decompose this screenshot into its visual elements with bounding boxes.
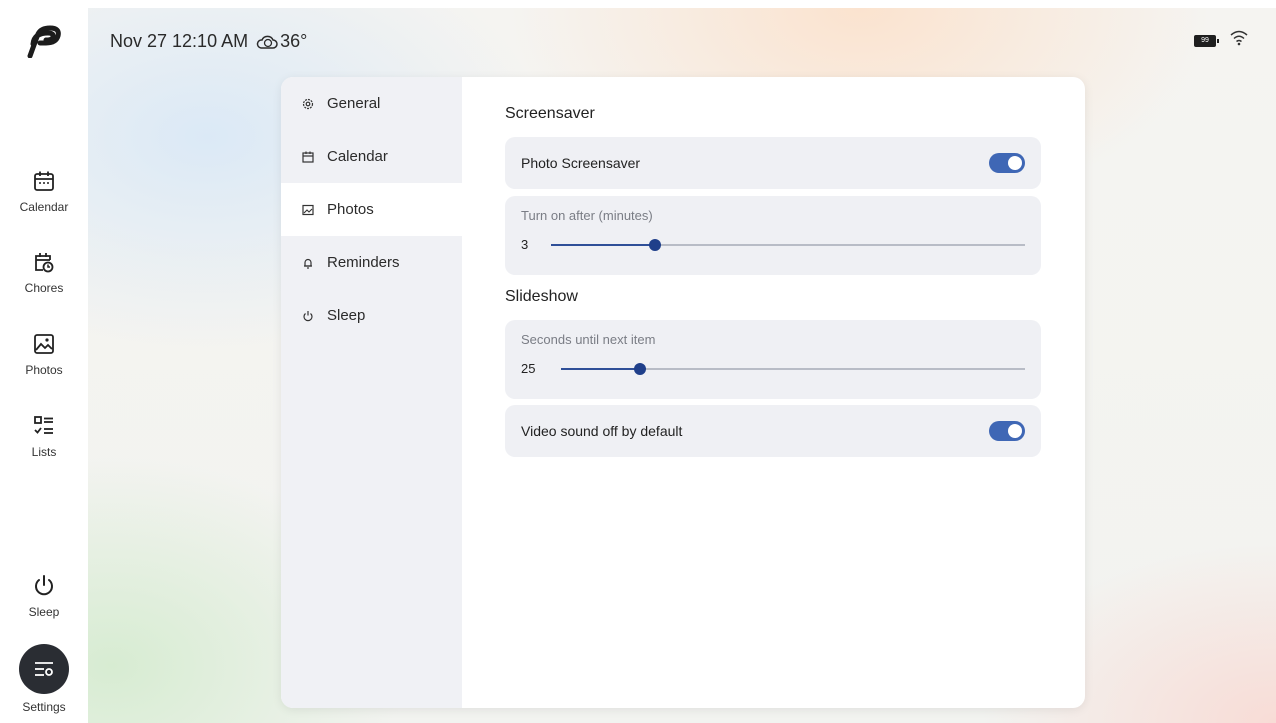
nav-item-reminders[interactable]: Reminders (281, 236, 462, 289)
photos-icon (31, 331, 57, 357)
seconds-until-next-row: Seconds until next item 25 (505, 320, 1041, 399)
status-bar: Nov 27 12:10 AM 36° (110, 31, 307, 52)
battery-icon: 99 (1194, 34, 1219, 47)
seconds-until-next-value: 25 (521, 361, 536, 376)
section-title-screensaver: Screensaver (505, 105, 595, 122)
left-rail: Calendar Chores Photos Lists Sleep Setti… (0, 0, 88, 723)
photo-screensaver-row: Photo Screensaver (505, 137, 1041, 189)
seconds-until-next-label: Seconds until next item (521, 332, 656, 347)
slider-fill (551, 243, 656, 246)
cloudy-icon (256, 34, 280, 50)
weather: 36° (256, 31, 307, 52)
nav-item-general[interactable]: General (281, 77, 462, 130)
datetime: Nov 27 12:10 AM (110, 31, 249, 51)
turn-on-after-label: Turn on after (minutes) (521, 208, 653, 223)
settings-icon (19, 644, 69, 694)
turn-on-after-slider[interactable] (551, 238, 1025, 251)
rail-label: Sleep (28, 605, 60, 619)
video-sound-toggle[interactable] (989, 421, 1025, 441)
rail-item-sleep[interactable]: Sleep (0, 573, 88, 619)
settings-nav: General Calendar Photos Reminders Sleep (281, 77, 462, 708)
nav-label: General (327, 95, 381, 112)
video-sound-row: Video sound off by default (505, 405, 1041, 457)
slider-thumb[interactable] (649, 238, 662, 251)
toggle-knob (1008, 156, 1022, 170)
nav-item-sleep[interactable]: Sleep (281, 289, 462, 342)
nav-label: Photos (327, 201, 374, 218)
power-icon (301, 309, 315, 323)
power-icon (31, 573, 57, 599)
turn-on-after-row: Turn on after (minutes) 3 (505, 196, 1041, 275)
rail-item-settings[interactable]: Settings (0, 644, 88, 714)
calendar-icon (31, 168, 57, 194)
battery-level: 99 (1201, 37, 1209, 44)
nav-label: Reminders (327, 254, 400, 271)
nav-label: Calendar (327, 148, 388, 165)
toggle-knob (1008, 424, 1022, 438)
turn-on-after-value: 3 (521, 237, 529, 252)
bell-icon (301, 256, 315, 270)
rail-item-calendar[interactable]: Calendar (0, 168, 88, 214)
section-title-slideshow: Slideshow (505, 288, 578, 305)
settings-panel: General Calendar Photos Reminders Sleep (281, 77, 1085, 708)
video-sound-label: Video sound off by default (521, 423, 683, 439)
gear-icon (301, 97, 315, 111)
slider-fill (561, 367, 640, 370)
rail-label: Calendar (19, 200, 69, 214)
slider-thumb[interactable] (633, 362, 646, 375)
calendar-icon (301, 150, 315, 164)
chores-icon (31, 249, 57, 275)
temperature: 36° (280, 31, 308, 51)
rail-label: Lists (31, 445, 57, 459)
photo-screensaver-toggle[interactable] (989, 153, 1025, 173)
rail-item-lists[interactable]: Lists (0, 413, 88, 459)
photo-screensaver-label: Photo Screensaver (521, 155, 641, 171)
rail-label: Settings (22, 700, 66, 714)
wifi-icon (1230, 30, 1248, 51)
seconds-until-next-slider[interactable] (561, 362, 1025, 375)
nav-label: Sleep (327, 307, 366, 324)
image-icon (301, 203, 315, 217)
rail-item-photos[interactable]: Photos (0, 331, 88, 377)
rail-label: Photos (25, 363, 63, 377)
rail-item-chores[interactable]: Chores (0, 249, 88, 295)
system-tray: 99 (1194, 30, 1248, 51)
lists-icon (31, 413, 57, 439)
app-logo (24, 24, 64, 59)
nav-item-calendar[interactable]: Calendar (281, 130, 462, 183)
rail-label: Chores (24, 281, 64, 295)
nav-item-photos[interactable]: Photos (281, 183, 462, 236)
